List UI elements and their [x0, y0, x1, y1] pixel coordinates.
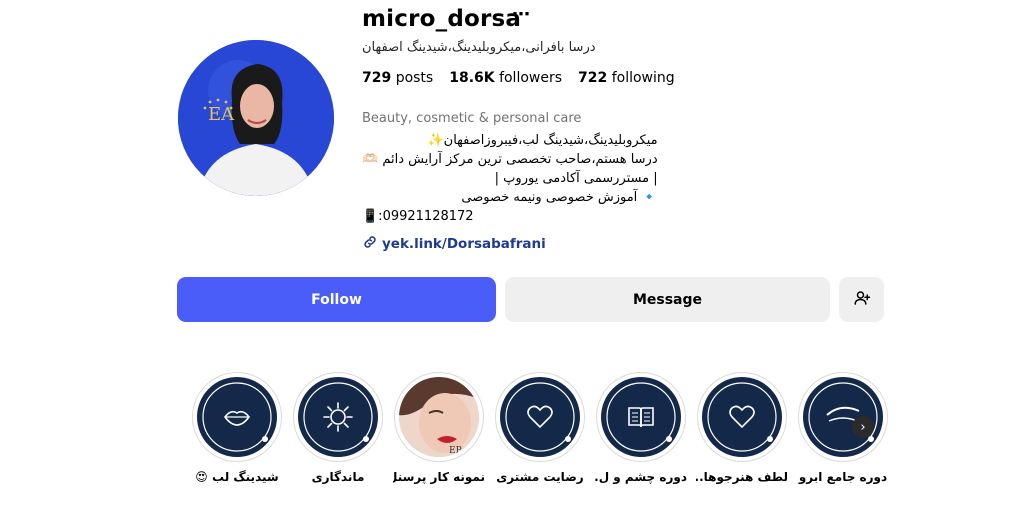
highlight-item[interactable]: دوره جامع ابرو — [797, 372, 889, 484]
heart-icon — [505, 382, 575, 452]
book-icon — [606, 382, 676, 452]
follow-button[interactable]: Follow — [177, 277, 496, 322]
profile-full-name: درسا بافرانی،میکروبلیدینگ،شیدینگ اصفهان — [362, 40, 596, 55]
highlight-item[interactable]: ماندگاری — [292, 372, 384, 484]
more-options-icon[interactable]: ⋯ — [512, 4, 530, 25]
lips-icon — [202, 382, 272, 452]
link-text: yek.link/Dorsabafrani — [382, 236, 546, 252]
bio-line: میکروبلیدینگ،شیدینگ لب،فیبروزاصفهان✨ — [427, 133, 658, 148]
highlights-row: شیدینگ لب 😍 ماندگاری EP نمونه کار پرسنل … — [0, 372, 1024, 512]
bio-line: 🔹 آموزش خصوصی ونیمه خصوصی — [461, 190, 658, 205]
bio-line: | مستررسمی آکادمی یوروپ | — [494, 171, 658, 186]
sun-icon — [303, 382, 373, 452]
profile-category: Beauty, cosmetic & personal care — [362, 111, 582, 126]
followers-count: 18.6K — [449, 70, 495, 86]
face-photo: EP — [399, 377, 479, 457]
profile-stats: 729 posts 18.6K followers 722 following — [362, 70, 675, 86]
highlight-item[interactable]: دوره چشم و ل... — [595, 372, 687, 484]
followers-stat[interactable]: 18.6K followers — [449, 70, 562, 86]
highlight-cover: EP — [399, 377, 479, 457]
link-icon — [362, 234, 378, 254]
highlight-label: رضایت مشتری — [496, 470, 584, 484]
bio-line: درسا هستم،صاحب تخصصی ترین مرکز آرایش دائ… — [362, 152, 658, 167]
highlight-item[interactable]: رضایت مشتری — [494, 372, 586, 484]
following-count: 722 — [578, 70, 608, 86]
bio-line: 📱:09921128172 — [362, 209, 474, 224]
highlight-item[interactable]: شیدینگ لب 😍 — [191, 372, 283, 484]
profile-link[interactable]: yek.link/Dorsabafrani — [362, 234, 546, 254]
heart-icon — [707, 382, 777, 452]
highlight-item[interactable]: EP نمونه کار پرسنل — [393, 372, 485, 484]
posts-label: posts — [395, 70, 434, 86]
highlight-cover — [197, 377, 277, 457]
highlight-label: ماندگاری — [311, 470, 365, 484]
eyebrow-icon — [808, 382, 878, 452]
highlight-cover — [803, 377, 883, 457]
highlight-label: دوره چشم و ل... — [595, 470, 687, 484]
highlight-item[interactable]: لطف هنرجوها... — [696, 372, 788, 484]
svg-text:EP: EP — [449, 446, 462, 456]
highlight-label: شیدینگ لب 😍 — [195, 470, 279, 484]
profile-username: micro_dorsa — [362, 6, 522, 32]
following-label: following — [611, 70, 675, 86]
message-button[interactable]: Message — [505, 277, 830, 322]
following-stat[interactable]: 722 following — [578, 70, 675, 86]
avatar-photo: EA — [178, 40, 334, 196]
next-highlights-icon[interactable]: › — [852, 416, 874, 438]
highlight-cover — [500, 377, 580, 457]
followers-label: followers — [499, 70, 563, 86]
highlight-cover — [298, 377, 378, 457]
highlight-cover — [601, 377, 681, 457]
highlight-label: دوره جامع ابرو — [798, 470, 888, 484]
highlight-cover — [702, 377, 782, 457]
highlight-label: نمونه کار پرسنل — [393, 470, 485, 484]
highlight-label: لطف هنرجوها... — [696, 470, 788, 484]
profile-bio: میکروبلیدینگ،شیدینگ لب،فیبروزاصفهان✨ درس… — [362, 131, 658, 226]
posts-count: 729 — [362, 70, 392, 86]
profile-avatar[interactable]: EA — [178, 40, 334, 196]
posts-stat: 729 posts — [362, 70, 433, 86]
suggested-users-button[interactable] — [839, 277, 884, 322]
person-add-icon — [853, 289, 871, 311]
